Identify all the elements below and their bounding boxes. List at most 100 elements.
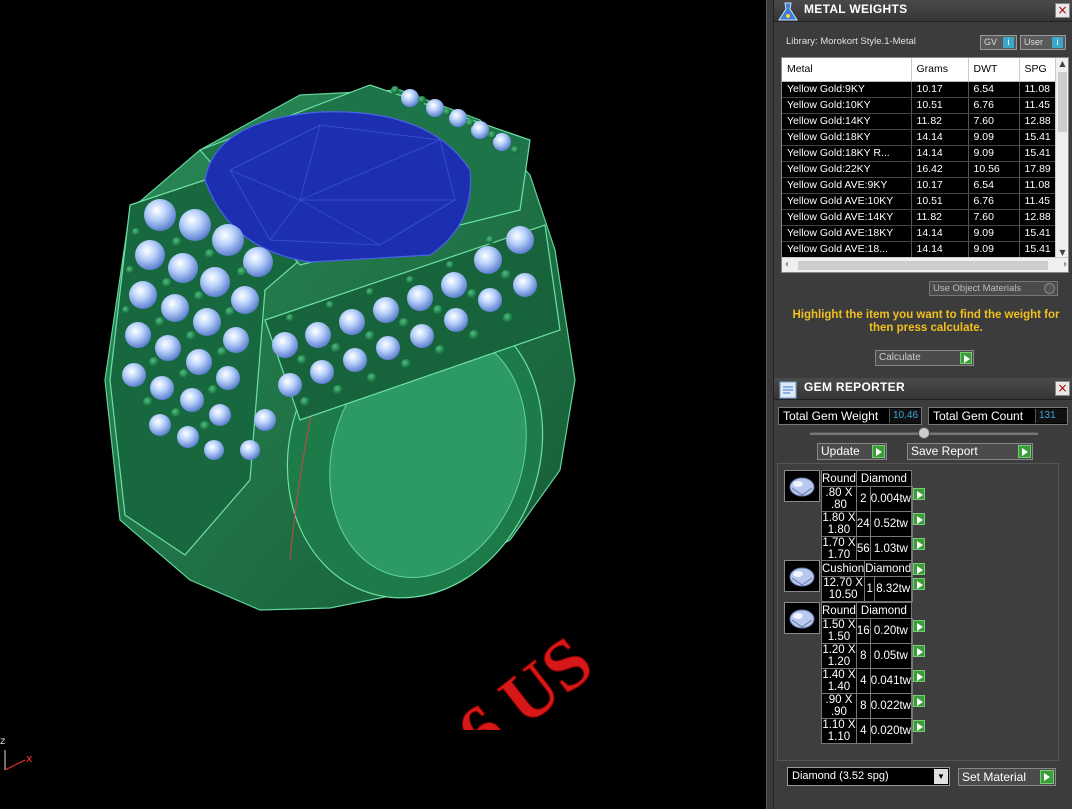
gv-toggle[interactable]: GV i [980, 35, 1017, 50]
column-header-dwt[interactable]: DWT [968, 58, 1020, 82]
gem-size-cell: 1.50 X 1.50 [821, 618, 857, 644]
scroll-thumb-horizontal[interactable] [798, 261, 1048, 270]
gem-reporter-header: GEM REPORTER × [774, 378, 1072, 400]
dwt-cell: 9.09 [968, 145, 1020, 162]
3d-viewport[interactable]: 6 US z x [0, 0, 766, 809]
metal-cell: Yellow Gold AVE:14KY [782, 209, 912, 226]
table-row[interactable]: Yellow Gold:9KY 10.17 6.54 11.08 [782, 81, 1065, 98]
scroll-down-icon[interactable]: ▼ [1056, 248, 1068, 257]
table-row[interactable]: Yellow Gold:10KY 10.51 6.76 11.45 [782, 97, 1065, 114]
scroll-left-icon[interactable]: ‹ [785, 259, 789, 270]
total-gem-weight: Total Gem Weight 10.46 [778, 407, 922, 425]
column-header-grams[interactable]: Grams [911, 58, 969, 82]
panel-splitter[interactable] [766, 0, 774, 809]
play-icon [912, 620, 925, 632]
gem-row[interactable]: 1.50 X 1.50 16 0.20tw [821, 618, 925, 644]
gem-count-cell: 1 [864, 576, 876, 602]
grams-cell: 10.51 [911, 193, 969, 210]
play-icon [872, 445, 885, 458]
select-gem-button[interactable] [910, 618, 925, 644]
gem-weight-cell: 1.03tw [869, 536, 912, 562]
gem-row[interactable]: .80 X .80 2 0.004tw [821, 486, 925, 512]
round-gem-icon[interactable] [784, 602, 820, 634]
gem-group-header: Round Diamond [821, 602, 913, 619]
table-row[interactable]: Yellow Gold:22KY 16.42 10.56 17.89 [782, 161, 1065, 178]
play-icon [1018, 445, 1031, 458]
scroll-thumb[interactable] [1058, 72, 1067, 132]
metal-weights-header: METAL WEIGHTS × [774, 0, 1072, 22]
table-row[interactable]: Yellow Gold AVE:10KY 10.51 6.76 11.45 [782, 193, 1065, 210]
chevron-down-icon[interactable]: ▼ [934, 769, 948, 784]
gem-count-cell: 16 [855, 618, 871, 644]
cushion-gem-icon[interactable] [784, 560, 820, 592]
calculate-label: Calculate [879, 352, 921, 363]
gem-row[interactable]: 1.70 X 1.70 56 1.03tw [821, 536, 925, 562]
metal-weights-table[interactable]: Metal Grams DWT SPG Yellow Gold:9KY 10.17… [781, 57, 1069, 273]
table-horizontal-scrollbar[interactable]: ‹ › [782, 257, 1068, 272]
total-gem-count-label: Total Gem Count [933, 409, 1024, 423]
select-gem-button[interactable] [910, 486, 925, 512]
table-row[interactable]: Yellow Gold:18KY R... 14.14 9.09 15.41 [782, 145, 1065, 162]
table-row[interactable]: Yellow Gold AVE:18KY 14.14 9.09 15.41 [782, 225, 1065, 242]
calculate-hint: Highlight the item you want to find the … [792, 309, 1060, 334]
select-gem-button[interactable] [911, 576, 926, 602]
select-gem-button[interactable] [910, 643, 925, 669]
table-row[interactable]: Yellow Gold AVE:9KY 10.17 6.54 11.08 [782, 177, 1065, 194]
gem-slider-handle[interactable] [918, 427, 930, 439]
material-select[interactable]: Diamond (3.52 spg) ▼ [787, 767, 950, 786]
column-header-metal[interactable]: Metal [782, 58, 912, 82]
table-row[interactable]: Yellow Gold:18KY 14.14 9.09 15.41 [782, 129, 1065, 146]
gem-row[interactable]: .90 X .90 8 0.022tw [821, 693, 925, 719]
gem-report-list[interactable]: Round Diamond .80 X .80 2 0.004tw 1.80 X 1.80… [777, 463, 1059, 761]
use-object-materials-checkbox[interactable]: Use Object Materials [929, 281, 1058, 296]
gem-shape-label: Round [821, 602, 857, 619]
grams-cell: 14.14 [911, 241, 969, 258]
metal-cell: Yellow Gold AVE:10KY [782, 193, 912, 210]
update-button[interactable]: Update [817, 443, 887, 460]
gem-weight-cell: 8.32tw [874, 576, 913, 602]
gem-row[interactable]: 1.80 X 1.80 24 0.52tw [821, 511, 925, 537]
scroll-right-icon[interactable]: › [1063, 259, 1067, 270]
table-vertical-scrollbar[interactable]: ▲ ▼ [1055, 58, 1068, 258]
close-icon[interactable]: × [1055, 381, 1070, 396]
grams-cell: 10.17 [911, 81, 969, 98]
gem-size-cell: .90 X .90 [821, 693, 857, 719]
gem-row[interactable]: 1.10 X 1.10 4 0.020tw [821, 718, 925, 744]
grams-cell: 14.14 [911, 129, 969, 146]
metal-cell: Yellow Gold:14KY [782, 113, 912, 130]
scroll-up-icon[interactable]: ▲ [1056, 59, 1068, 68]
gem-row[interactable]: 12.70 X 10.50 1 8.32tw [820, 576, 926, 602]
table-header-row: Metal Grams DWT SPG [782, 58, 1065, 82]
select-gem-button[interactable] [910, 511, 925, 537]
select-gem-button[interactable] [910, 668, 925, 694]
user-info-icon: i [1052, 37, 1063, 48]
save-report-button[interactable]: Save Report [907, 443, 1033, 460]
gem-row[interactable]: 1.40 X 1.40 4 0.041tw [821, 668, 925, 694]
table-row[interactable]: Yellow Gold AVE:18... 14.14 9.09 15.41 [782, 241, 1065, 258]
gem-material-label: Diamond [855, 602, 912, 619]
library-label: Library: Morokort Style.1-Metal [786, 36, 916, 47]
close-icon[interactable]: × [1055, 3, 1070, 18]
gem-count-cell: 24 [855, 511, 871, 537]
select-gem-button[interactable] [910, 693, 925, 719]
user-toggle[interactable]: User i [1020, 35, 1066, 50]
save-report-label: Save Report [911, 444, 978, 458]
table-row[interactable]: Yellow Gold:14KY 11.82 7.60 12.88 [782, 113, 1065, 130]
metal-cell: Yellow Gold:18KY R... [782, 145, 912, 162]
metal-cell: Yellow Gold:18KY [782, 129, 912, 146]
gem-size-cell: .80 X .80 [821, 486, 857, 512]
axis-z-label: z [0, 736, 6, 747]
dwt-cell: 6.76 [968, 97, 1020, 114]
gem-size-cell: 1.80 X 1.80 [821, 511, 857, 537]
table-row[interactable]: Yellow Gold AVE:14KY 11.82 7.60 12.88 [782, 209, 1065, 226]
select-gem-button[interactable] [910, 536, 925, 562]
gem-row[interactable]: 1.20 X 1.20 8 0.05tw [821, 643, 925, 669]
gem-weight-cell: 0.05tw [869, 643, 912, 669]
play-icon [912, 513, 925, 525]
select-gem-button[interactable] [910, 718, 925, 744]
gv-toggle-label: GV [984, 37, 998, 47]
calculate-button[interactable]: Calculate [875, 350, 974, 366]
round-gem-icon[interactable] [784, 470, 820, 502]
play-icon [912, 720, 925, 732]
set-material-button[interactable]: Set Material [958, 768, 1056, 786]
